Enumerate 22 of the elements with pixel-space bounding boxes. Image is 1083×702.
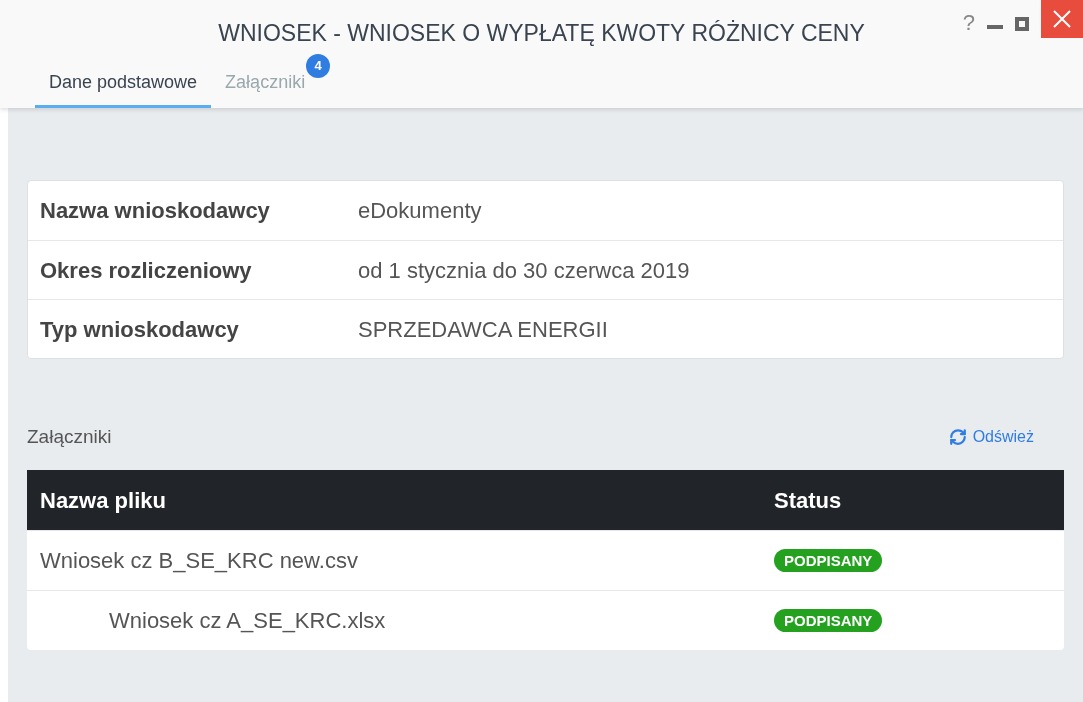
field-label: Typ wnioskodawcy — [39, 315, 240, 344]
close-icon — [1053, 10, 1071, 28]
count-badge: 4 — [306, 54, 331, 78]
maximize-icon[interactable] — [1015, 17, 1029, 31]
column-header: Status — [774, 486, 843, 515]
field-label: Nazwa wnioskodawcy — [39, 197, 271, 225]
field-value: od 1 stycznia do 30 czerwca 2019 — [358, 256, 690, 285]
status-badge: PODPISANY — [774, 608, 883, 632]
file-name: Wniosek cz B_SE_KRC new.csv — [39, 547, 359, 575]
window-title: WNIOSEK - WNIOSEK O WYPŁATĘ KWOTY RÓŻNICY CENY — [218, 19, 865, 48]
field-value: SPRZEDAWCA ENERGII — [358, 315, 608, 344]
close-button[interactable] — [1041, 0, 1083, 38]
tab[interactable]: Załączniki — [211, 60, 307, 108]
section-title: Załączniki — [27, 424, 112, 449]
field-label: Okres rozliczeniowy — [39, 256, 253, 285]
file-name: Wniosek cz A_SE_KRC.xlsx — [108, 607, 387, 635]
column-header: Nazwa pliku — [39, 486, 167, 515]
refresh-button[interactable]: Odśwież — [948, 425, 1034, 449]
field-value: eDokumenty — [358, 197, 482, 225]
help-button[interactable]: ? — [962, 6, 975, 39]
refresh-icon — [948, 428, 967, 446]
status-badge: PODPISANY — [774, 548, 883, 572]
